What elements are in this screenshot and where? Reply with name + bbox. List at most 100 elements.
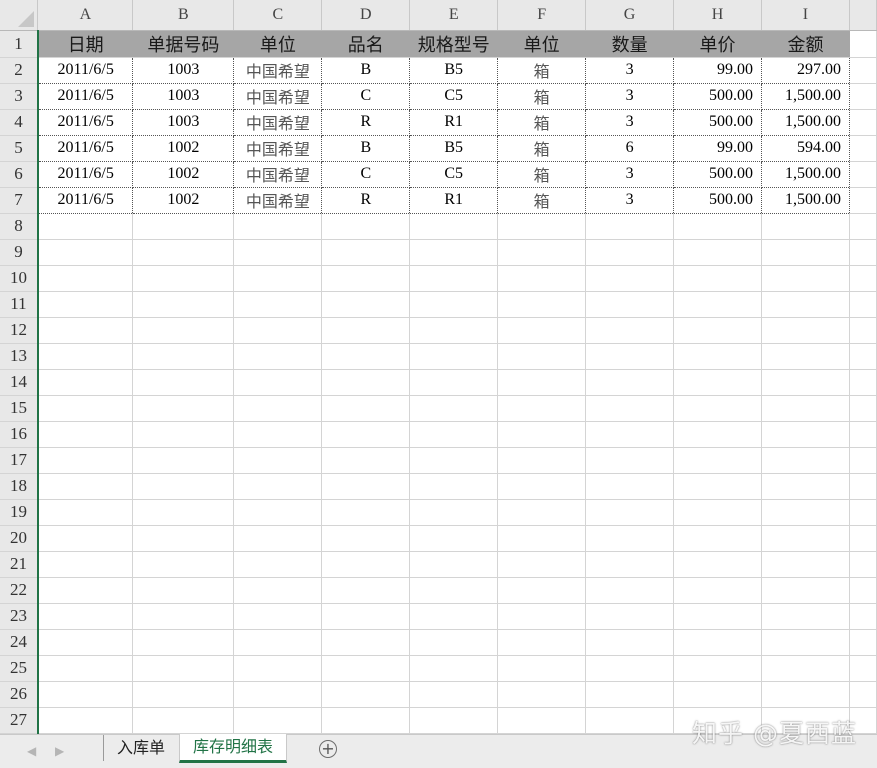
- row-number[interactable]: 21: [0, 551, 39, 578]
- grid-cell[interactable]: [849, 551, 877, 578]
- grid-cell[interactable]: [497, 447, 587, 474]
- grid-cell[interactable]: [409, 343, 499, 370]
- cell-amount[interactable]: 1,500.00: [761, 83, 850, 110]
- cell-spec[interactable]: R1: [409, 187, 499, 214]
- grid-cell[interactable]: [497, 317, 587, 344]
- grid-cell[interactable]: [849, 603, 877, 630]
- grid-cell[interactable]: [849, 629, 877, 656]
- cell-amount[interactable]: 1,500.00: [761, 187, 850, 214]
- triangle-left-icon[interactable]: ◀: [27, 744, 36, 758]
- grid-cell[interactable]: [497, 681, 587, 708]
- grid-cell[interactable]: [37, 395, 134, 422]
- grid-cell[interactable]: [409, 239, 499, 266]
- cell-quantity[interactable]: 3: [585, 161, 675, 188]
- grid-cell[interactable]: [849, 135, 877, 162]
- cell-doc-number[interactable]: 1002: [132, 187, 235, 214]
- cell-spec[interactable]: C5: [409, 161, 499, 188]
- header-cell-date[interactable]: 日期: [37, 30, 134, 58]
- grid-cell[interactable]: [321, 369, 411, 396]
- grid-cell[interactable]: [233, 499, 323, 526]
- triangle-right-icon[interactable]: ▶: [55, 744, 64, 758]
- cell-unit-price[interactable]: 500.00: [673, 187, 762, 214]
- row-number[interactable]: 4: [0, 109, 39, 136]
- cell-quantity[interactable]: 3: [585, 57, 675, 84]
- grid-cell[interactable]: [409, 213, 499, 240]
- row-number[interactable]: 22: [0, 577, 39, 604]
- cell-date[interactable]: 2011/6/5: [37, 57, 134, 84]
- grid-cell[interactable]: [321, 395, 411, 422]
- grid-cell[interactable]: [321, 317, 411, 344]
- cell-unit[interactable]: 箱: [497, 109, 587, 136]
- grid-cell[interactable]: [497, 265, 587, 292]
- grid-cell[interactable]: [321, 577, 411, 604]
- row-number[interactable]: 18: [0, 473, 39, 500]
- grid-cell[interactable]: [409, 447, 499, 474]
- grid-cell[interactable]: [673, 603, 762, 630]
- grid-cell[interactable]: [673, 265, 762, 292]
- grid-cell[interactable]: [409, 317, 499, 344]
- grid-cell[interactable]: [409, 369, 499, 396]
- grid-cell[interactable]: [233, 473, 323, 500]
- grid-cell[interactable]: [132, 421, 235, 448]
- grid-cell[interactable]: [409, 421, 499, 448]
- header-cell-spec[interactable]: 规格型号: [409, 30, 499, 58]
- grid-cell[interactable]: [761, 239, 850, 266]
- grid-cell[interactable]: [233, 343, 323, 370]
- cell-unit[interactable]: 箱: [497, 135, 587, 162]
- grid-cell[interactable]: [37, 447, 134, 474]
- grid-cell[interactable]: [673, 239, 762, 266]
- grid-cell[interactable]: [321, 213, 411, 240]
- grid-cell[interactable]: [132, 265, 235, 292]
- cell-amount[interactable]: 594.00: [761, 135, 850, 162]
- grid-cell[interactable]: [409, 525, 499, 552]
- grid-cell[interactable]: [497, 551, 587, 578]
- grid-cell[interactable]: [132, 603, 235, 630]
- grid-cell[interactable]: [497, 629, 587, 656]
- grid-cell[interactable]: [849, 343, 877, 370]
- cell-doc-number[interactable]: 1002: [132, 135, 235, 162]
- grid-cell[interactable]: [409, 603, 499, 630]
- grid-cell[interactable]: [132, 291, 235, 318]
- grid-cell[interactable]: [497, 291, 587, 318]
- grid-cell[interactable]: [673, 291, 762, 318]
- column-header-e[interactable]: E: [409, 0, 499, 31]
- cell-product[interactable]: R: [321, 187, 411, 214]
- grid-cell[interactable]: [132, 629, 235, 656]
- grid-cell[interactable]: [673, 551, 762, 578]
- grid-cell[interactable]: [849, 369, 877, 396]
- column-header-c[interactable]: C: [233, 0, 323, 31]
- grid-cell[interactable]: [233, 447, 323, 474]
- grid-cell[interactable]: [849, 57, 877, 84]
- grid-cell[interactable]: [37, 551, 134, 578]
- grid-cell[interactable]: [673, 343, 762, 370]
- cell-amount[interactable]: 297.00: [761, 57, 850, 84]
- row-number[interactable]: 5: [0, 135, 39, 162]
- header-cell-unit[interactable]: 单位: [497, 30, 587, 58]
- grid-cell[interactable]: [37, 369, 134, 396]
- grid-cell[interactable]: [497, 603, 587, 630]
- grid-cell[interactable]: [233, 629, 323, 656]
- row-number[interactable]: 1: [0, 30, 39, 58]
- grid-cell[interactable]: [409, 681, 499, 708]
- cell-spec[interactable]: R1: [409, 109, 499, 136]
- cell-product[interactable]: B: [321, 57, 411, 84]
- grid-cell[interactable]: [673, 317, 762, 344]
- grid-cell[interactable]: [37, 681, 134, 708]
- grid-cell[interactable]: [321, 421, 411, 448]
- row-number[interactable]: 2: [0, 57, 39, 84]
- grid-cell[interactable]: [585, 343, 675, 370]
- cell-date[interactable]: 2011/6/5: [37, 187, 134, 214]
- grid-cell[interactable]: [497, 525, 587, 552]
- row-number[interactable]: 13: [0, 343, 39, 370]
- grid-cell[interactable]: [321, 681, 411, 708]
- grid-cell[interactable]: [849, 187, 877, 214]
- cell-quantity[interactable]: 3: [585, 187, 675, 214]
- cell-company[interactable]: 中国希望: [233, 161, 323, 188]
- grid-cell[interactable]: [849, 681, 877, 708]
- header-cell-unit-price[interactable]: 单价: [673, 30, 762, 58]
- cell-unit-price[interactable]: 500.00: [673, 161, 762, 188]
- grid-cell[interactable]: [673, 629, 762, 656]
- grid-cell[interactable]: [497, 707, 587, 734]
- grid-cell[interactable]: [849, 239, 877, 266]
- grid-cell[interactable]: [849, 317, 877, 344]
